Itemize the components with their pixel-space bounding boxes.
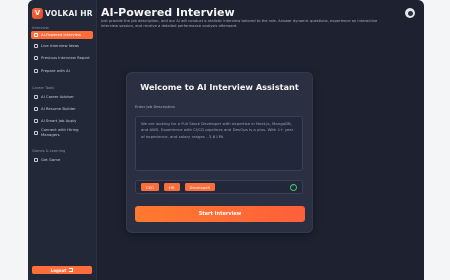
section-label-career: Career Tools: [32, 86, 55, 90]
sidebar-item-label: Prepare with AI: [41, 67, 70, 73]
compass-icon: [34, 95, 38, 99]
user-icon: [407, 10, 413, 16]
logout-icon: [69, 268, 74, 272]
skill-chip[interactable]: DevelopeR: [184, 183, 216, 191]
sidebar-item-resume-builder[interactable]: AI Resume Builder: [31, 105, 93, 113]
skill-chip[interactable]: CEO: [141, 183, 160, 191]
sidebar-item-previous-report[interactable]: Previous Interview Report: [31, 54, 93, 62]
skill-chip[interactable]: HR: [164, 183, 180, 191]
people-icon: [34, 130, 38, 135]
logout-button[interactable]: Logout: [32, 266, 92, 274]
card-title: Welcome to AI Interview Assistant: [140, 82, 299, 92]
sidebar-item-live-interview-ideas[interactable]: Live Interview Ideas: [31, 42, 93, 50]
skills-field[interactable]: CEO HR DevelopeR ✓: [135, 180, 303, 194]
job-description-label: Enter Job Description: [135, 104, 176, 109]
document-icon: [34, 107, 38, 111]
sidebar-item-label: Get Game: [41, 156, 61, 162]
sparkle-icon: [34, 69, 38, 73]
interview-card: Welcome to AI Interview Assistant Enter …: [126, 72, 313, 233]
app-window: V VOLKAI HR Interview AI-Powered Intervi…: [28, 0, 424, 280]
sidebar-item-prepare-with-ai[interactable]: Prepare with AI: [31, 67, 93, 75]
sidebar-item-ai-interview[interactable]: AI-Powered Interview: [31, 31, 93, 39]
logo-text: VOLKAI HR: [45, 8, 93, 18]
section-label-games: Games & Learning: [32, 149, 66, 153]
report-icon: [34, 56, 38, 60]
sidebar-item-label: AI Career Adviser: [41, 93, 74, 99]
robot-icon: [34, 33, 38, 37]
logout-label: Logout: [50, 267, 67, 273]
avatar[interactable]: [405, 8, 415, 18]
job-description-input[interactable]: We are looking for a Full Stack Develope…: [135, 116, 303, 171]
sidebar-item-get-game[interactable]: Get Game: [31, 156, 93, 164]
gamepad-icon: [34, 158, 38, 162]
section-label-interview: Interview: [32, 26, 49, 30]
sidebar-item-smart-job-apply[interactable]: AI Smart Job Apply: [31, 117, 93, 125]
sidebar-item-label: Previous Interview Report: [41, 54, 90, 60]
page-title: AI-Powered Interview: [101, 6, 235, 19]
check-circle-icon: ✓: [290, 184, 297, 191]
sidebar-item-label: Connect with Hiring Managers: [41, 127, 79, 137]
sidebar-item-label: AI-Powered Interview: [41, 31, 82, 37]
logo-mark: V: [32, 7, 43, 19]
sidebar-item-label: AI Smart Job Apply: [41, 117, 77, 123]
page-description: Just provide the job description, and ou…: [101, 19, 378, 29]
sidebar-item-label: Live Interview Ideas: [41, 42, 79, 48]
logo[interactable]: V VOLKAI HR: [32, 7, 94, 19]
bulb-icon: [34, 44, 38, 48]
sidebar-item-hiring-managers[interactable]: Connect with Hiring Managers: [31, 127, 93, 138]
briefcase-icon: [34, 119, 38, 123]
sidebar: V VOLKAI HR Interview AI-Powered Intervi…: [28, 0, 97, 280]
start-interview-button[interactable]: Start Interview: [135, 206, 305, 222]
sidebar-item-career-adviser[interactable]: AI Career Adviser: [31, 93, 93, 101]
sidebar-item-label: AI Resume Builder: [41, 105, 76, 111]
